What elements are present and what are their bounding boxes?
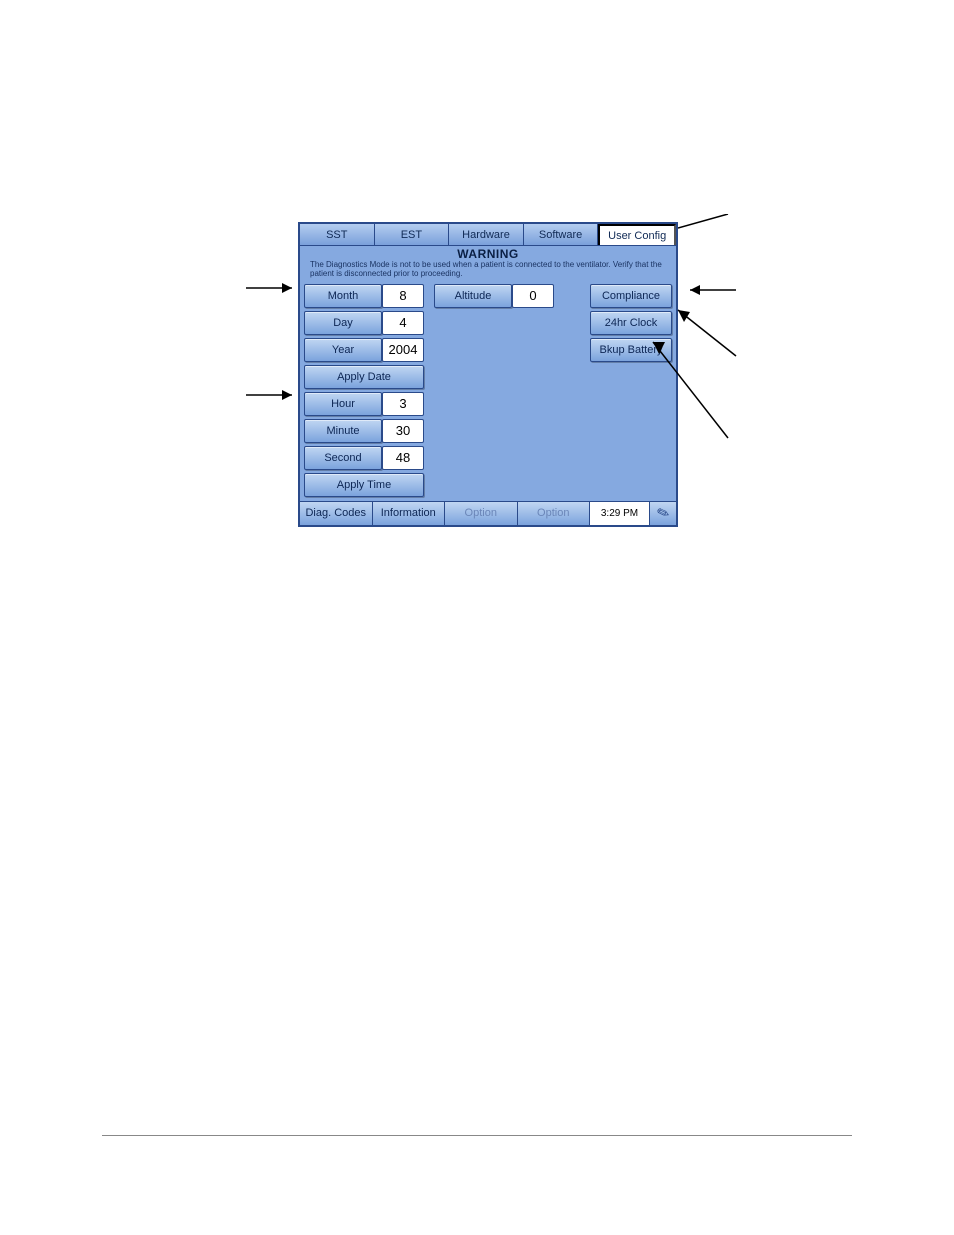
tab-hardware[interactable]: Hardware [449, 224, 524, 245]
settings-icon[interactable]: ✎ [650, 502, 676, 525]
apply-time-button[interactable]: Apply Time [304, 473, 424, 497]
month-button[interactable]: Month [304, 284, 382, 308]
apply-date-button[interactable]: Apply Date [304, 365, 424, 389]
altitude-button[interactable]: Altitude [434, 284, 512, 308]
footer-bar: Diag. Codes Information Option Option 3:… [300, 501, 676, 525]
option-button-2: Option [518, 502, 591, 525]
diag-codes-button[interactable]: Diag. Codes [300, 502, 373, 525]
altitude-value[interactable]: 0 [512, 284, 554, 308]
day-value[interactable]: 4 [382, 311, 424, 335]
year-value[interactable]: 2004 [382, 338, 424, 362]
callout-arrow-hour [246, 385, 306, 405]
warning-title: WARNING [306, 247, 670, 261]
bkup-battery-button[interactable]: Bkup Battery [590, 338, 672, 362]
warning-body: The Diagnostics Mode is not to be used w… [306, 261, 670, 279]
diagnostics-panel: SST EST Hardware Software User Config WA… [298, 222, 678, 527]
second-button[interactable]: Second [304, 446, 382, 470]
callout-arrow-compliance [676, 280, 736, 300]
second-value[interactable]: 48 [382, 446, 424, 470]
callout-arrow-month [246, 278, 306, 298]
minute-value[interactable]: 30 [382, 419, 424, 443]
tab-bar: SST EST Hardware Software User Config [300, 224, 676, 246]
24hr-clock-button[interactable]: 24hr Clock [590, 311, 672, 335]
warning-area: WARNING The Diagnostics Mode is not to b… [300, 246, 676, 282]
tab-software[interactable]: Software [524, 224, 599, 245]
hour-button[interactable]: Hour [304, 392, 382, 416]
year-button[interactable]: Year [304, 338, 382, 362]
page-divider [102, 1135, 852, 1136]
clock-display: 3:29 PM [590, 502, 650, 525]
callout-arrow-24hr [676, 306, 746, 366]
minute-button[interactable]: Minute [304, 419, 382, 443]
day-button[interactable]: Day [304, 311, 382, 335]
tab-user-config[interactable]: User Config [598, 224, 676, 245]
option-button-1: Option [445, 502, 518, 525]
hour-value[interactable]: 3 [382, 392, 424, 416]
compliance-button[interactable]: Compliance [590, 284, 672, 308]
information-button[interactable]: Information [373, 502, 446, 525]
tab-sst[interactable]: SST [300, 224, 375, 245]
callout-arrow-user-config [678, 214, 738, 254]
tab-est[interactable]: EST [375, 224, 450, 245]
month-value[interactable]: 8 [382, 284, 424, 308]
settings-grid: Month 8 Altitude 0 Compliance Day 4 24hr… [300, 282, 676, 501]
